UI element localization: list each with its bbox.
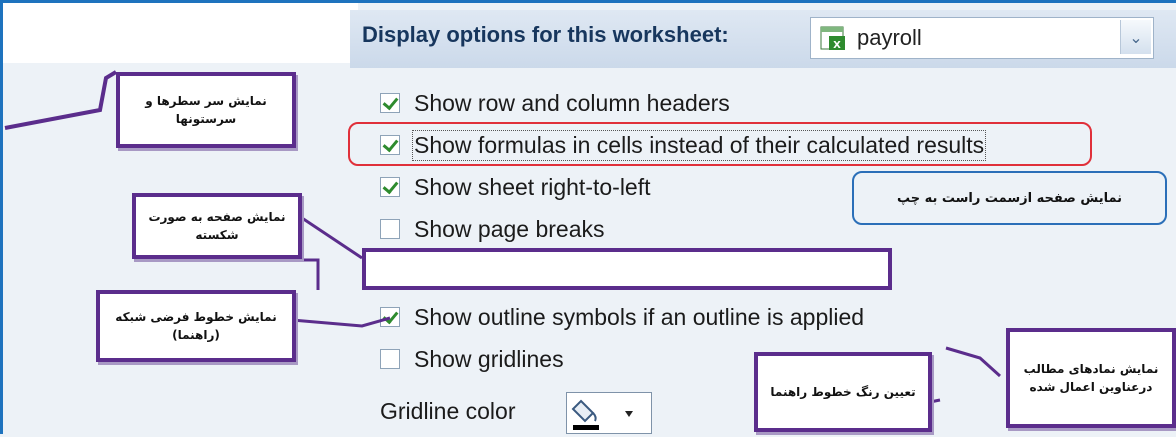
note-gridline-color: تعیین رنگ خطوط راهنما bbox=[754, 352, 932, 432]
excel-options-panel: Display options for this worksheet: X pa… bbox=[0, 0, 1176, 434]
note-page-breaks: نمایش صفحه به صورت شکسته bbox=[132, 193, 302, 259]
note-right-to-left: نمایش صفحه ازسمت راست به چپ bbox=[852, 171, 1167, 225]
note-gridlines: نمایش خطوط فرضی شبکه (راهنما) bbox=[96, 290, 296, 362]
note-row-col-headers: نمایش سر سطرها و سرستونها bbox=[116, 72, 296, 148]
note-outline-symbols: نمایش نمادهای مطالب درعناوین اعمال شده bbox=[1006, 328, 1176, 428]
